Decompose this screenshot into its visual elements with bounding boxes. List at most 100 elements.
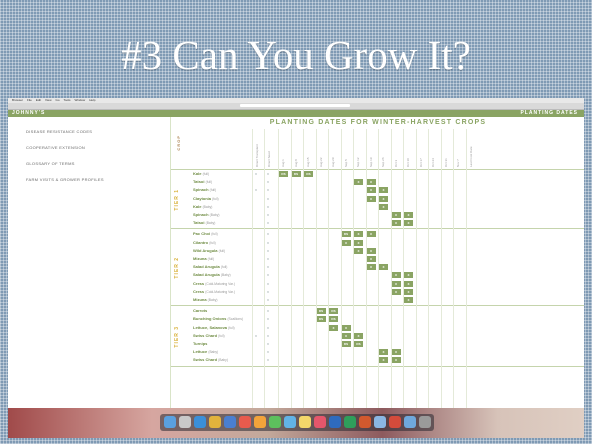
planting-window-cell: X	[390, 211, 402, 219]
launchpad-icon[interactable]	[179, 416, 191, 428]
sidebar-item-farm-visits[interactable]: FARM VISITS & GROWER PROFILES	[26, 177, 104, 182]
transplant-mark: x	[255, 187, 257, 193]
crop-name-text: Swiss Chard	[193, 357, 219, 363]
dock	[160, 414, 434, 431]
menu-item-view[interactable]: View	[45, 98, 51, 102]
crop-note: (Baby)	[208, 350, 219, 355]
planting-window-cell: X	[353, 238, 364, 247]
crop-note: (Cold-Maturing Var.)	[205, 281, 235, 286]
direct-seed-mark: x	[267, 264, 269, 270]
grid-line	[328, 129, 329, 408]
grid-line	[403, 129, 404, 408]
powerpoint-icon[interactable]	[359, 416, 371, 428]
planting-window-cell: X	[378, 194, 389, 203]
notes-icon[interactable]	[299, 416, 311, 428]
crop-row: Tatsoi (full) x X X	[193, 178, 579, 187]
sidebar-item-disease-codes[interactable]: DISEASE RESISTANCE CODES	[26, 129, 92, 134]
direct-seed-mark: x	[267, 195, 269, 201]
crop-row: Kale (full) x x DS DS DS	[193, 170, 579, 178]
messages-icon[interactable]	[269, 416, 281, 428]
calendar-icon[interactable]	[239, 416, 251, 428]
mail-icon[interactable]	[224, 416, 236, 428]
safari-icon[interactable]	[194, 416, 206, 428]
planting-window-cell: X	[390, 271, 402, 280]
menu-item-tools[interactable]: Tools	[64, 98, 71, 102]
column-header: Last Frost Date	[468, 146, 473, 167]
finder-icon[interactable]	[164, 416, 176, 428]
planting-window-cell: DS	[315, 307, 327, 316]
crop-name: Pac Choi (full)	[193, 231, 257, 236]
direct-seed-mark: x	[267, 187, 269, 193]
crop-name: Cilantro (full)	[193, 240, 257, 245]
crop-name-text: Tatsoi	[193, 220, 206, 226]
menu-item-help[interactable]: Help	[89, 98, 95, 102]
direct-seed-mark: x	[267, 297, 269, 302]
planting-window-cell: DS	[303, 170, 314, 178]
crop-name: Tatsoi (full)	[193, 179, 257, 184]
crop-name-text: Kale	[193, 171, 203, 176]
column-header: Aug 1	[281, 159, 285, 167]
direct-seed-mark: x	[267, 332, 269, 338]
crop-row: Pac Choi (full) x DS X X	[193, 230, 579, 239]
crop-name: Carrots	[193, 308, 257, 313]
planting-window-cell: X	[353, 230, 364, 239]
crop-name-text: Cilantro	[193, 239, 210, 245]
direct-seed-mark: x	[267, 316, 269, 322]
photos-icon[interactable]	[254, 416, 266, 428]
grid-line	[415, 129, 417, 408]
screenshot-frame: Browser File Edit View Go Tools Window Help JOH…	[8, 98, 584, 438]
crop-name: Salad Arugula (full)	[193, 264, 257, 269]
crop-note: (full)	[202, 172, 210, 176]
sidebar-item-glossary[interactable]: GLOSSARY OF TERMS	[26, 161, 75, 166]
column-header: Aug 22	[318, 157, 323, 167]
crop-name: Lettuce, Salanova (full)	[193, 325, 257, 330]
planting-window-cell: X	[340, 238, 352, 247]
planting-window-cell: X	[390, 219, 402, 228]
chart-title: PLANTING DATES FOR WINTER-HARVEST CROPS	[269, 119, 487, 126]
planting-window-cell: X	[328, 323, 339, 332]
crop-name-text: Pac Choi	[193, 231, 212, 237]
column-header: Oct 17	[418, 158, 423, 167]
folder-icon[interactable]	[404, 416, 416, 428]
direct-seed-mark: x	[267, 220, 269, 226]
pdf-icon[interactable]	[389, 416, 401, 428]
url-bar[interactable]	[240, 104, 350, 107]
site-header: JOHNNY'S PLANTING DATES	[8, 110, 584, 117]
sidebar-item-cooperative-extension[interactable]: COOPERATIVE EXTENSION	[26, 145, 85, 150]
column-header: Oct 24	[431, 158, 435, 167]
column-header: Oct 3	[393, 159, 398, 167]
planting-window-cell: X	[353, 331, 364, 340]
menu-item-file[interactable]: File	[27, 98, 32, 102]
crop-name: Lettuce (Baby)	[193, 349, 257, 354]
site-brand[interactable]: JOHNNY'S	[12, 110, 45, 117]
planting-window-cell: X	[390, 279, 402, 288]
word-icon[interactable]	[329, 416, 341, 428]
planting-window-cell: X	[403, 211, 414, 219]
menu-item-browser[interactable]: Browser	[12, 98, 23, 102]
planting-window-cell: DS	[340, 340, 352, 348]
crop-name: Spinach (Baby)	[193, 212, 257, 217]
crop-row: Turnips x DS DS	[193, 340, 579, 348]
trash-icon[interactable]	[419, 416, 431, 428]
excel-icon[interactable]	[344, 416, 356, 428]
crop-note: (full)	[211, 232, 218, 237]
menu-item-go[interactable]: Go	[55, 98, 59, 102]
direct-seed-mark: x	[267, 203, 269, 209]
music-icon[interactable]	[314, 416, 326, 428]
preview-icon[interactable]	[374, 416, 386, 428]
crop-row: Spinach (full) x x X X	[193, 186, 579, 195]
crop-row: Mizuna (full) x X	[193, 255, 579, 263]
tier-label: TIER 3	[174, 325, 180, 348]
menu-item-edit[interactable]: Edit	[36, 98, 41, 102]
tier-label: TIER 1	[174, 188, 180, 211]
page-content: DISEASE RESISTANCE CODES COOPERATIVE EXT…	[8, 117, 584, 408]
chrome-icon[interactable]	[209, 416, 221, 428]
crop-name: Swiss Chard (full)	[193, 333, 257, 338]
crop-note: (Baby)	[205, 221, 216, 226]
menu-item-window[interactable]: Window	[75, 98, 86, 102]
planting-window-cell: X	[365, 230, 377, 239]
planting-window-cell: DS	[315, 315, 327, 324]
crop-name-text: Mizuna	[193, 256, 208, 261]
maps-icon[interactable]	[284, 416, 296, 428]
crop-name: Wild Arugula (full)	[193, 248, 257, 253]
